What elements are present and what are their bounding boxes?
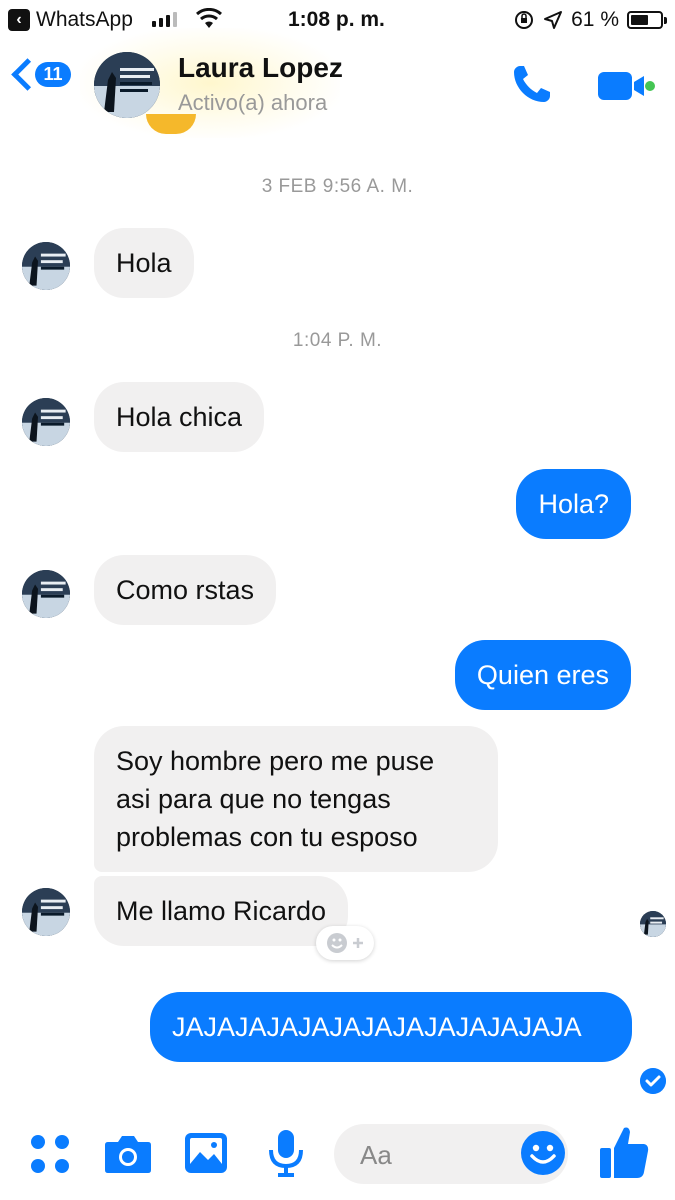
message-input-placeholder: Aa [360, 1140, 392, 1170]
rotation-lock-icon [515, 11, 534, 29]
emoji-icon[interactable] [520, 1130, 566, 1176]
signal-icon [152, 12, 177, 27]
contact-name[interactable]: Laura Lopez [178, 52, 343, 84]
incoming-message[interactable]: Me llamo Ricardo [94, 876, 349, 946]
phone-call-icon[interactable] [510, 62, 554, 106]
chat-header: 11 Laura Lopez Activo(a) ahora [0, 28, 675, 138]
battery-percent: 61 % [571, 8, 619, 31]
composer-bar: Aa [0, 1110, 675, 1200]
back-button[interactable]: 11 [11, 58, 71, 91]
message-list[interactable]: 3 FEB 9:56 A. M. Hola 1:04 P. M. Hola ch… [0, 114, 675, 1098]
thumbs-up-icon[interactable] [598, 1124, 650, 1180]
outgoing-message[interactable]: JAJAJAJAJAJAJAJAJAJAJAJAJA [150, 992, 632, 1062]
video-call-icon[interactable] [596, 68, 656, 104]
add-reaction-icon [327, 933, 363, 953]
outgoing-message[interactable]: Quien eres [454, 640, 631, 710]
active-status: Activo(a) ahora [178, 90, 328, 115]
incoming-message[interactable]: Hola [94, 228, 194, 298]
delivered-check-icon [640, 1068, 666, 1094]
back-arrow-icon: ‹ [8, 9, 30, 31]
location-icon [544, 11, 563, 29]
sender-avatar[interactable] [22, 242, 70, 290]
incoming-message[interactable]: Como rstas [94, 555, 277, 625]
outgoing-message[interactable]: Hola? [516, 469, 631, 539]
wifi-icon [196, 8, 222, 28]
timestamp: 1:04 P. M. [292, 330, 383, 351]
microphone-icon[interactable] [266, 1128, 306, 1178]
gallery-icon[interactable] [184, 1132, 228, 1174]
chevron-left-icon [11, 58, 44, 91]
sender-avatar[interactable] [22, 398, 70, 446]
status-right: 61 % [513, 8, 667, 32]
seen-indicator-avatar [640, 911, 666, 937]
sender-avatar[interactable] [22, 570, 70, 618]
incoming-message[interactable]: Soy hombre pero me puse asi para que no … [94, 726, 498, 872]
more-dots-icon[interactable] [28, 1132, 72, 1176]
sender-avatar[interactable] [22, 888, 70, 936]
timestamp: 3 FEB 9:56 A. M. [261, 176, 414, 197]
battery-icon [627, 11, 667, 29]
contact-avatar[interactable] [94, 52, 160, 118]
incoming-message[interactable]: Hola chica [94, 382, 265, 452]
camera-icon[interactable] [104, 1132, 152, 1174]
add-reaction-button[interactable] [316, 926, 374, 960]
clipped-sticker [146, 114, 196, 134]
